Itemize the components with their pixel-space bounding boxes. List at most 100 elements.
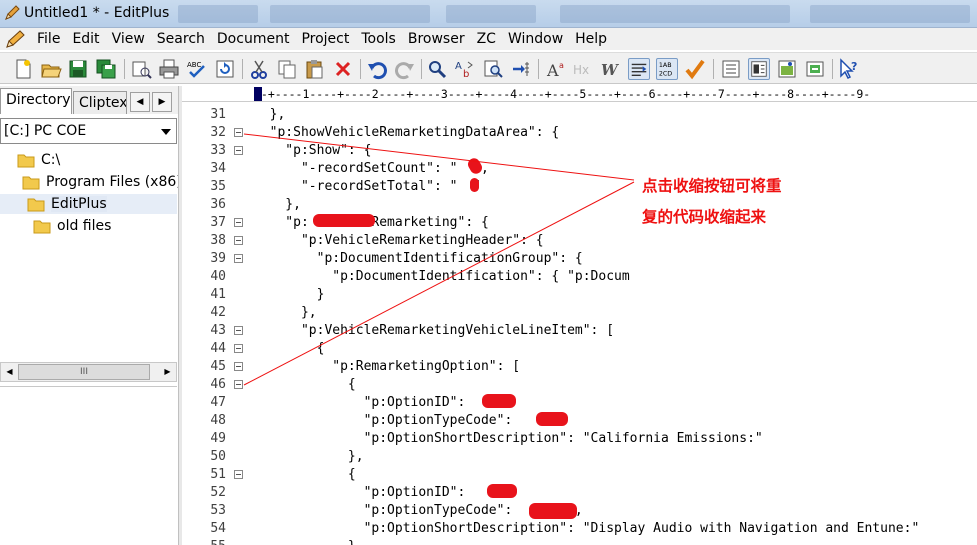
code-line[interactable]: 51 { xyxy=(182,466,977,484)
scroll-right-icon[interactable]: ▶ xyxy=(159,363,176,381)
code-line[interactable]: 45 "p:RemarketingOption": [ xyxy=(182,358,977,376)
new-file-icon[interactable] xyxy=(12,58,34,80)
code-editor[interactable]: 31 }, 32 "p:ShowVehicleRemarketingDataAre… xyxy=(182,104,977,545)
code-line[interactable]: 39 "p:DocumentIdentificationGroup": { xyxy=(182,250,977,268)
code-text: } xyxy=(254,287,325,302)
view-icon[interactable] xyxy=(720,58,742,80)
code-line[interactable]: 40 "p:DocumentIdentification": { "p:Docu… xyxy=(182,268,977,286)
fold-collapse-icon[interactable] xyxy=(234,218,243,227)
menu-help[interactable]: Help xyxy=(570,31,614,47)
hex-icon[interactable]: Hx xyxy=(572,58,594,80)
goto-line-icon[interactable] xyxy=(510,58,532,80)
menu-document[interactable]: Document xyxy=(212,31,297,47)
paste-icon[interactable] xyxy=(304,58,326,80)
save-icon[interactable] xyxy=(67,58,89,80)
folder-item-selected[interactable]: EditPlus xyxy=(0,194,177,214)
code-line[interactable]: 48 "p:OptionTypeCode": , xyxy=(182,412,977,430)
tab-cliptext[interactable]: Cliptext xyxy=(73,91,127,114)
folder-item[interactable]: Program Files (x86) xyxy=(22,172,182,192)
tab-directory[interactable]: Directory xyxy=(0,88,72,114)
print-icon[interactable] xyxy=(158,58,180,80)
code-line[interactable]: 42 }, xyxy=(182,304,977,322)
fold-collapse-icon[interactable] xyxy=(234,146,243,155)
redo-icon[interactable] xyxy=(394,58,416,80)
line-number: 54 xyxy=(210,521,226,536)
open-folder-icon[interactable] xyxy=(40,58,62,80)
menu-file[interactable]: File xyxy=(32,31,67,47)
clip-icon[interactable] xyxy=(804,58,826,80)
code-text: "p:OptionID": , xyxy=(254,395,513,410)
menu-edit[interactable]: Edit xyxy=(67,31,106,47)
code-line[interactable]: 55 } xyxy=(182,538,977,545)
folder-item[interactable]: old files xyxy=(33,216,111,236)
code-line[interactable]: 47 "p:OptionID": , xyxy=(182,394,977,412)
tab-scroll-left-icon[interactable]: ◀ xyxy=(130,92,150,112)
fold-collapse-icon[interactable] xyxy=(234,128,243,137)
menu-browser[interactable]: Browser xyxy=(403,31,472,47)
cut-icon[interactable] xyxy=(248,58,270,80)
help-pointer-icon[interactable]: ? xyxy=(838,58,860,80)
menu-window[interactable]: Window xyxy=(503,31,570,47)
code-line[interactable]: 46 { xyxy=(182,376,977,394)
code-line[interactable]: 54 "p:OptionShortDescription": "Display … xyxy=(182,520,977,538)
ruler-icon[interactable] xyxy=(628,58,650,80)
font-icon[interactable]: Aa xyxy=(545,58,567,80)
delete-icon[interactable] xyxy=(332,58,354,80)
code-line[interactable]: 38 "p:VehicleRemarketingHeader": { xyxy=(182,232,977,250)
undo-icon[interactable] xyxy=(366,58,388,80)
scroll-thumb[interactable]: III xyxy=(18,364,150,380)
scroll-left-icon[interactable]: ◀ xyxy=(1,363,18,381)
code-line[interactable]: 32 "p:ShowVehicleRemarketingDataArea": { xyxy=(182,124,977,142)
fold-collapse-icon[interactable] xyxy=(234,344,243,353)
code-line[interactable]: 36 }, xyxy=(182,196,977,214)
code-line[interactable]: 53 "p:OptionTypeCode": , xyxy=(182,502,977,520)
print-preview-icon[interactable] xyxy=(130,58,152,80)
svg-text:b: b xyxy=(463,69,469,80)
fold-collapse-icon[interactable] xyxy=(234,362,243,371)
find-in-files-icon[interactable] xyxy=(482,58,504,80)
tab-scroll-right-icon[interactable]: ▶ xyxy=(152,92,172,112)
drive-select[interactable]: [C:] PC COE xyxy=(0,118,177,144)
horizontal-scrollbar[interactable]: ◀ III ▶ xyxy=(0,362,177,382)
chevron-down-icon[interactable] xyxy=(161,129,171,135)
fold-collapse-icon[interactable] xyxy=(234,326,243,335)
code-line[interactable]: 44 { xyxy=(182,340,977,358)
menu-zc[interactable]: ZC xyxy=(472,31,503,47)
fold-collapse-icon[interactable] xyxy=(234,254,243,263)
code-line[interactable]: 52 "p:OptionID": , xyxy=(182,484,977,502)
fold-collapse-icon[interactable] xyxy=(234,380,243,389)
file-list-pane[interactable] xyxy=(0,386,177,545)
refresh-icon[interactable] xyxy=(214,58,236,80)
browser-icon[interactable] xyxy=(776,58,798,80)
menu-search[interactable]: Search xyxy=(152,31,212,47)
menu-project[interactable]: Project xyxy=(296,31,356,47)
code-line[interactable]: 43 "p:VehicleRemarketingVehicleLineItem"… xyxy=(182,322,977,340)
code-line[interactable]: 31 }, xyxy=(182,106,977,124)
replace-icon[interactable]: Ab xyxy=(454,58,476,80)
code-line[interactable]: 41 } xyxy=(182,286,977,304)
code-line[interactable]: 34 "-recordSetCount": " ", xyxy=(182,160,977,178)
fold-collapse-icon[interactable] xyxy=(234,470,243,479)
code-line[interactable]: 50 }, xyxy=(182,448,977,466)
fold-collapse-icon[interactable] xyxy=(234,236,243,245)
folder-item[interactable]: C:\ xyxy=(17,150,60,170)
code-line[interactable]: 37 "p: Remarketing": { xyxy=(182,214,977,232)
folder-open-icon xyxy=(27,198,45,211)
menu-view[interactable]: View xyxy=(107,31,152,47)
save-all-icon[interactable] xyxy=(95,58,117,80)
spell-check-icon[interactable]: ABC xyxy=(186,58,208,80)
line-number-icon[interactable]: 1AB2CD xyxy=(656,58,678,80)
redaction-mark xyxy=(482,394,516,408)
code-line[interactable]: 49 "p:OptionShortDescription": "Californ… xyxy=(182,430,977,448)
code-line[interactable]: 35 "-recordSetTotal": " " xyxy=(182,178,977,196)
toolbar-separator xyxy=(242,59,243,79)
copy-icon[interactable] xyxy=(276,58,298,80)
word-wrap-icon[interactable]: W xyxy=(599,58,621,80)
code-line[interactable]: 33 "p:Show": { xyxy=(182,142,977,160)
find-icon[interactable] xyxy=(426,58,448,80)
line-number: 48 xyxy=(210,413,226,428)
full-screen-icon[interactable] xyxy=(748,58,770,80)
check-icon[interactable] xyxy=(684,58,706,80)
folder-icon xyxy=(33,220,51,233)
menu-tools[interactable]: Tools xyxy=(356,31,403,47)
